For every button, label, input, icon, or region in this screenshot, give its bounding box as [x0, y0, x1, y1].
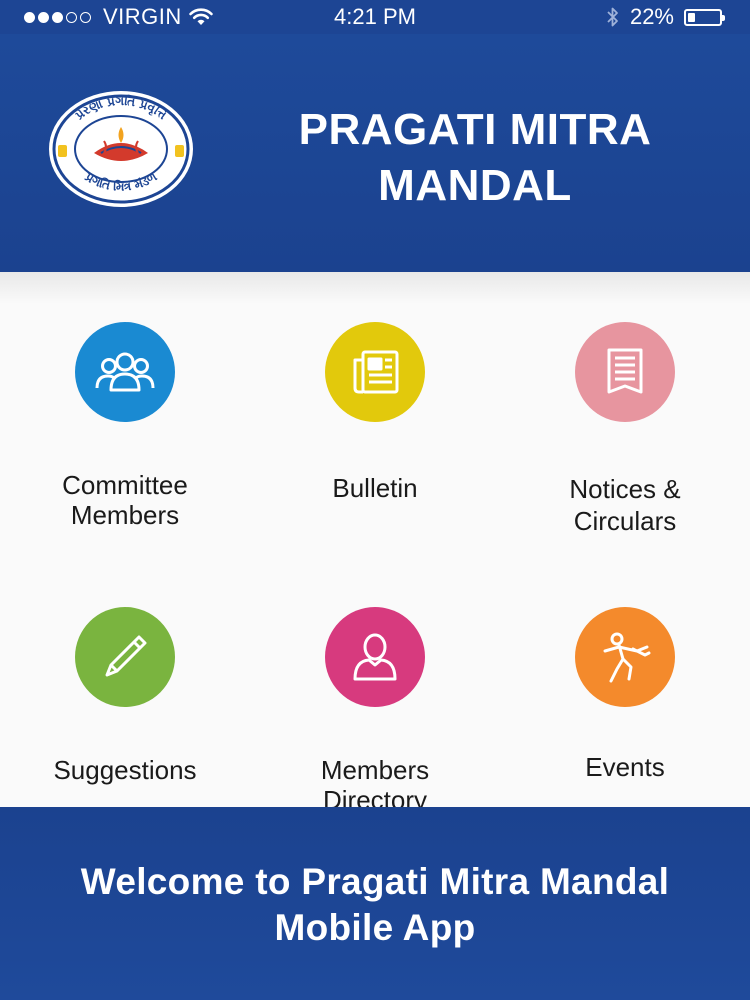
- notices-label-line1: Notices &: [569, 474, 681, 504]
- person-icon: [353, 633, 397, 681]
- welcome-banner: Welcome to Pragati Mitra Mandal Mobile A…: [0, 807, 750, 1000]
- app-title-line2: MANDAL: [378, 161, 572, 210]
- pen-icon: [105, 635, 147, 677]
- app-title: PRAGATI MITRA MANDAL: [270, 102, 680, 214]
- events-label: Events: [585, 752, 665, 782]
- document-icon: [607, 348, 643, 394]
- menu-grid: Committee Members Bulletin Notices & Cir…: [0, 272, 750, 807]
- menu-item-notices-circulars[interactable]: Notices & Circulars: [500, 272, 750, 539]
- committee-members-label: Committee Members: [0, 470, 250, 530]
- bulletin-icon-circle: [325, 322, 425, 422]
- bulletin-label: Bulletin: [332, 473, 418, 503]
- welcome-text: Welcome to Pragati Mitra Mandal Mobile A…: [0, 859, 750, 951]
- members-directory-label-line2: Directory: [322, 785, 427, 807]
- app-title-line1: PRAGATI MITRA: [298, 105, 652, 154]
- menu-item-events[interactable]: Events: [500, 539, 750, 807]
- committee-members-label-line2: Members: [70, 500, 180, 530]
- members-directory-label-line1: Members: [320, 755, 430, 785]
- newspaper-icon: [353, 350, 399, 394]
- pragati-mitra-mandal-logo: પ્રેરણા પ્રગતિ પ્રવૃત્તિ પ્રગતિ મિત્ર મં…: [49, 91, 193, 207]
- status-bar: VIRGIN 4:21 PM 22%: [0, 0, 750, 34]
- notices-circulars-label: Notices & Circulars: [500, 473, 750, 537]
- suggestions-label: Suggestions: [53, 755, 197, 785]
- members-directory-label: Members Directory: [250, 755, 500, 807]
- battery-icon: [684, 8, 725, 26]
- notices-label-line2: Circulars: [573, 506, 677, 536]
- notices-icon-circle: [575, 322, 675, 422]
- welcome-line1: Welcome to Pragati Mitra Mandal: [80, 861, 670, 902]
- dancer-icon: [603, 632, 651, 683]
- menu-item-members-directory[interactable]: Members Directory: [250, 539, 500, 807]
- menu-item-bulletin[interactable]: Bulletin: [250, 272, 500, 539]
- app-header: પ્રેરણા પ્રગતિ પ્રવૃત્તિ પ્રગતિ મિત્ર મં…: [0, 34, 750, 272]
- status-right: 22%: [606, 4, 725, 30]
- menu-item-suggestions[interactable]: Suggestions: [0, 539, 250, 807]
- menu-item-committee-members[interactable]: Committee Members: [0, 272, 250, 539]
- committee-members-label-line1: Committee: [62, 470, 188, 500]
- bluetooth-icon: [607, 7, 618, 27]
- welcome-line2: Mobile App: [274, 907, 476, 948]
- people-icon: [95, 352, 155, 392]
- committee-members-icon-circle: [75, 322, 175, 422]
- battery-fill: [688, 12, 695, 22]
- battery-percent: 22%: [629, 4, 674, 29]
- events-icon-circle: [575, 607, 675, 707]
- suggestions-icon-circle: [75, 607, 175, 707]
- members-directory-icon-circle: [325, 607, 425, 707]
